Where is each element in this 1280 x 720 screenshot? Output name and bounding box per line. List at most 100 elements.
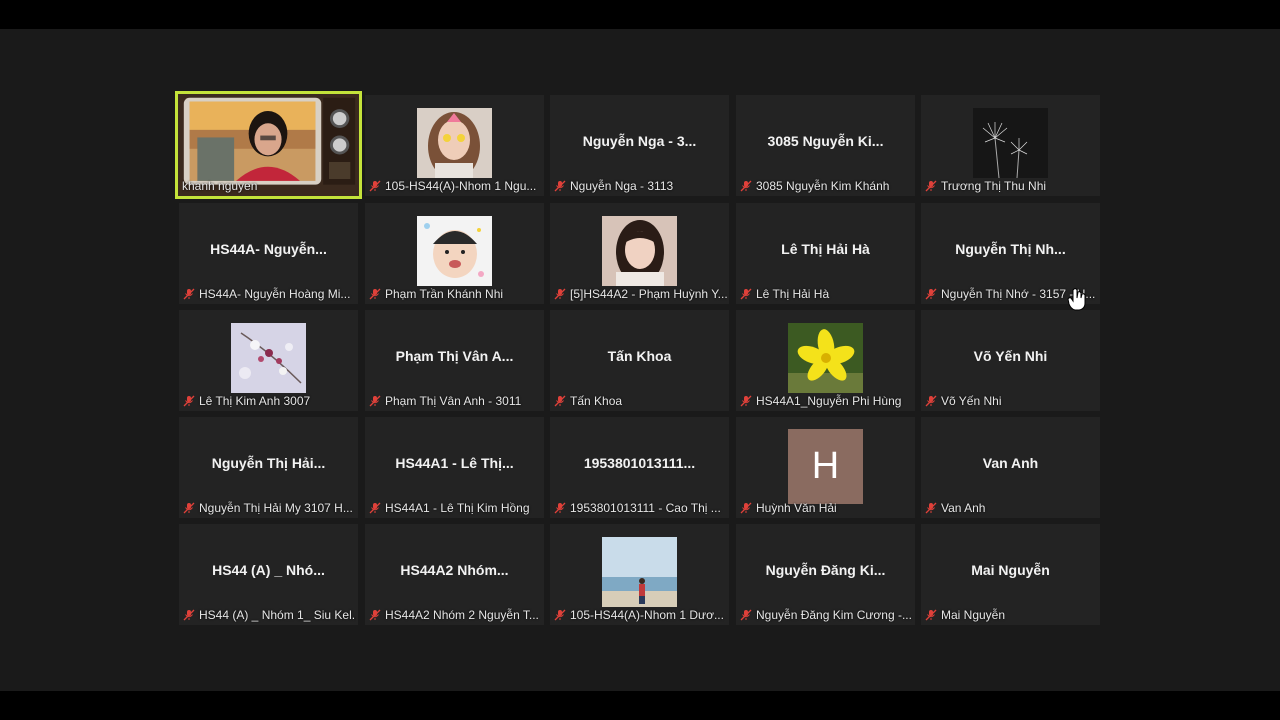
participant-name-label: Lê Thị Kim Anh 3007 [183, 393, 356, 409]
participant-display-name: 3085 Nguyễn Ki... [767, 133, 884, 149]
microphone-muted-icon [925, 395, 937, 407]
participant-display-name: Lê Thị Hải Hà [781, 241, 870, 257]
profile-photo [231, 323, 306, 393]
participant-name-label: Trương Thị Thu Nhi [925, 178, 1098, 194]
microphone-muted-icon [369, 395, 381, 407]
participant-name-label: 1953801013111 - Cao Thị ... [554, 500, 727, 516]
participant-tile[interactable]: Lê Thị Kim Anh 3007 [179, 310, 358, 411]
participant-name-label: Phạm Trần Khánh Nhi [369, 286, 542, 302]
profile-photo [417, 216, 492, 286]
participant-name-label: Lê Thị Hải Hà [740, 286, 913, 302]
participant-display-name: HS44A1 - Lê Thị... [395, 455, 514, 471]
participant-display-name: 1953801013111... [583, 455, 696, 471]
participant-name-label: 3085 Nguyễn Kim Khánh [740, 178, 913, 194]
participant-tile[interactable]: Phạm Thị Vân A... Phạm Thị Vân Anh - 301… [365, 310, 544, 411]
participant-name-label: HS44 (A) _ Nhóm 1_ Siu Kel... [183, 607, 356, 623]
participant-display-name: HS44A- Nguyễn... [210, 241, 327, 257]
profile-photo [602, 537, 677, 607]
participant-name: khanh nguyen [182, 179, 258, 193]
participant-name-label: Nguyễn Nga - 3113 [554, 178, 727, 194]
participant-tile[interactable]: Võ Yến Nhi Võ Yến Nhi [921, 310, 1100, 411]
participant-tile[interactable]: Lê Thị Hải Hà Lê Thị Hải Hà [736, 203, 915, 304]
microphone-muted-icon [925, 180, 937, 192]
participant-name: Trương Thị Thu Nhi [941, 179, 1047, 193]
participant-name-label: Nguyễn Thị Hải My 3107 H... [183, 500, 356, 516]
participant-tile[interactable]: Phạm Trần Khánh Nhi [365, 203, 544, 304]
participant-name: HS44 (A) _ Nhóm 1_ Siu Kel... [199, 608, 356, 622]
microphone-muted-icon [740, 395, 752, 407]
profile-photo [788, 323, 863, 393]
participant-display-name: Phạm Thị Vân A... [395, 348, 514, 364]
participant-name: Nguyễn Nga - 3113 [570, 179, 674, 193]
participant-tile[interactable]: H Huỳnh Văn Hải [736, 417, 915, 518]
participant-name: Lê Thị Kim Anh 3007 [199, 394, 311, 408]
participant-name: Van Anh [941, 501, 986, 515]
participant-name-label: Huỳnh Văn Hải [740, 500, 913, 516]
participant-name: Lê Thị Hải Hà [756, 287, 830, 301]
participant-name-label: HS44A1 - Lê Thị Kim Hồng [369, 500, 542, 516]
participant-name: HS44A1_Nguyễn Phi Hùng [756, 394, 902, 408]
microphone-muted-icon [740, 502, 752, 514]
microphone-muted-icon [925, 502, 937, 514]
microphone-muted-icon [369, 502, 381, 514]
participant-tile[interactable]: 105-HS44(A)-Nhom 1 Ngu... [365, 95, 544, 196]
participant-tile[interactable]: khanh nguyen [175, 91, 362, 199]
microphone-muted-icon [183, 609, 195, 621]
participant-display-name: Tấn Khoa [607, 348, 672, 364]
participant-display-name: Nguyễn Thị Hải... [211, 455, 326, 471]
participant-tile[interactable]: Mai Nguyễn Mai Nguyễn [921, 524, 1100, 625]
microphone-muted-icon [554, 180, 566, 192]
participant-name: HS44A1 - Lê Thị Kim Hồng [385, 501, 530, 515]
microphone-muted-icon [369, 609, 381, 621]
participant-name-label: khanh nguyen [182, 178, 357, 194]
participant-name: Nguyễn Đăng Kim Cương -... [756, 608, 912, 622]
participant-name: Võ Yến Nhi [941, 394, 1002, 408]
participant-tile[interactable]: Nguyễn Nga - 3... Nguyễn Nga - 3113 [550, 95, 729, 196]
participant-tile[interactable]: Tấn Khoa Tấn Khoa [550, 310, 729, 411]
participant-tile[interactable]: HS44A1_Nguyễn Phi Hùng [736, 310, 915, 411]
participant-name-label: Van Anh [925, 500, 1098, 516]
participant-display-name: HS44A2 Nhóm... [400, 562, 509, 578]
microphone-muted-icon [183, 395, 195, 407]
participant-name-label: 105-HS44(A)-Nhom 1 Ngu... [369, 178, 542, 194]
hand-cursor-icon [1067, 288, 1086, 311]
participant-tile[interactable]: Nguyễn Đăng Ki... Nguyễn Đăng Kim Cương … [736, 524, 915, 625]
participant-name: Phạm Trần Khánh Nhi [385, 287, 504, 301]
participant-name: Tấn Khoa [570, 394, 623, 408]
participant-display-name: Van Anh [982, 455, 1039, 471]
participant-name: 105-HS44(A)-Nhom 1 Ngu... [385, 179, 537, 193]
participant-tile[interactable]: Nguyễn Thị Hải... Nguyễn Thị Hải My 3107… [179, 417, 358, 518]
participant-tile[interactable]: HS44A- Nguyễn... HS44A- Nguyễn Hoàng Mi.… [179, 203, 358, 304]
gallery-view: khanh nguyen 105-HS44(A)-Nhom 1 Ngu... N… [0, 29, 1280, 691]
participant-name: HS44A- Nguyễn Hoàng Mi... [199, 287, 351, 301]
microphone-muted-icon [369, 180, 381, 192]
participant-name: Phạm Thị Vân Anh - 3011 [385, 394, 522, 408]
participant-tile[interactable]: HS44 (A) _ Nhó... HS44 (A) _ Nhóm 1_ Siu… [179, 524, 358, 625]
participant-display-name: Mai Nguyễn [971, 562, 1050, 578]
participant-tile[interactable]: Trương Thị Thu Nhi [921, 95, 1100, 196]
participant-name-label: Phạm Thị Vân Anh - 3011 [369, 393, 542, 409]
participant-name-label: 105-HS44(A)-Nhom 1 Dươ... [554, 607, 727, 623]
participant-tile[interactable]: HS44A1 - Lê Thị... HS44A1 - Lê Thị Kim H… [365, 417, 544, 518]
participant-name-label: Nguyễn Đăng Kim Cương -... [740, 607, 913, 623]
participant-tile[interactable]: 105-HS44(A)-Nhom 1 Dươ... [550, 524, 729, 625]
participant-tile[interactable]: Van Anh Van Anh [921, 417, 1100, 518]
participant-display-name: Võ Yến Nhi [973, 348, 1048, 364]
participant-name: Huỳnh Văn Hải [756, 501, 837, 515]
participant-display-name: Nguyễn Thị Nh... [955, 241, 1066, 257]
participant-tile[interactable]: 3085 Nguyễn Ki... 3085 Nguyễn Kim Khánh [736, 95, 915, 196]
participant-tile[interactable]: [5]HS44A2 - Phạm Huỳnh Y... [550, 203, 729, 304]
participant-name-label: [5]HS44A2 - Phạm Huỳnh Y... [554, 286, 727, 302]
participant-name: 1953801013111 - Cao Thị ... [570, 501, 721, 515]
participant-name-label: HS44A1_Nguyễn Phi Hùng [740, 393, 913, 409]
microphone-muted-icon [183, 502, 195, 514]
profile-photo [417, 108, 492, 178]
microphone-muted-icon [925, 288, 937, 300]
participant-tile[interactable]: 1953801013111... 1953801013111 - Cao Thị… [550, 417, 729, 518]
profile-photo [602, 216, 677, 286]
microphone-muted-icon [554, 609, 566, 621]
participant-tile[interactable]: HS44A2 Nhóm... HS44A2 Nhóm 2 Nguyễn T... [365, 524, 544, 625]
participant-name-label: HS44A2 Nhóm 2 Nguyễn T... [369, 607, 542, 623]
participant-name: 105-HS44(A)-Nhom 1 Dươ... [570, 608, 724, 622]
participant-display-name: Nguyễn Đăng Ki... [765, 562, 886, 578]
